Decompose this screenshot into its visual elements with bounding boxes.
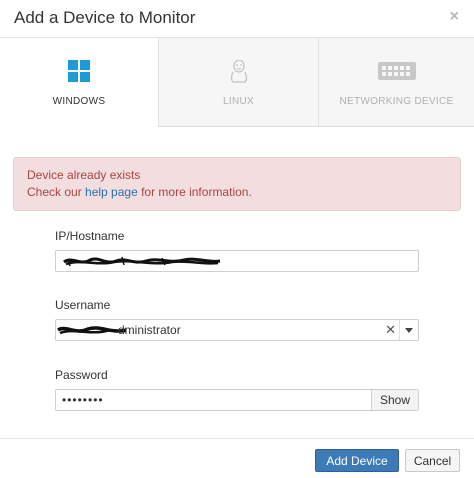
- device-type-tabs: WINDOWS LINUX NETWORKING DEVICE: [0, 38, 474, 128]
- password-label: Password: [55, 368, 108, 382]
- username-label: Username: [55, 298, 111, 312]
- linux-icon: [229, 59, 249, 89]
- tab-linux[interactable]: LINUX: [158, 38, 318, 127]
- username-value: dministrator: [118, 323, 181, 337]
- windows-icon: [68, 60, 90, 87]
- tab-linux-label: LINUX: [223, 96, 254, 107]
- dialog-title: Add a Device to Monitor: [14, 8, 196, 27]
- ip-hostname-field[interactable]: [55, 250, 419, 272]
- tab-windows-label: WINDOWS: [52, 96, 106, 107]
- close-icon[interactable]: ×: [450, 8, 459, 26]
- alert-message: Device already exists: [27, 168, 141, 182]
- network-device-icon: [377, 60, 417, 87]
- help-page-link[interactable]: help page: [85, 185, 138, 199]
- alert-help-prefix: Check our: [27, 185, 86, 199]
- dialog-footer: Add Device Cancel: [0, 438, 474, 478]
- clear-icon[interactable]: ✕: [385, 322, 396, 338]
- ip-hostname-label: IP/Hostname: [55, 229, 125, 243]
- chevron-down-icon[interactable]: [399, 320, 418, 340]
- redaction-scribble: [63, 256, 221, 267]
- dialog-header: Add a Device to Monitor ×: [0, 0, 474, 38]
- password-field[interactable]: •••••••• Show: [55, 389, 419, 411]
- add-device-dialog: Add a Device to Monitor × WINDOWS LINUX …: [0, 0, 474, 477]
- alert-help-suffix: for more information.: [137, 185, 252, 199]
- username-select[interactable]: dministrator ✕: [55, 319, 419, 341]
- alert-help-line: Check our help page for more information…: [27, 185, 252, 199]
- tab-windows[interactable]: WINDOWS: [0, 38, 158, 127]
- add-device-button[interactable]: Add Device: [315, 449, 399, 472]
- password-value: ••••••••: [62, 393, 104, 407]
- error-alert: Device already exists Check our help pag…: [13, 157, 461, 211]
- cancel-button[interactable]: Cancel: [405, 449, 460, 472]
- show-password-button[interactable]: Show: [371, 390, 418, 410]
- tab-networking-device-label: NETWORKING DEVICE: [339, 96, 454, 107]
- tab-networking-device[interactable]: NETWORKING DEVICE: [318, 38, 474, 127]
